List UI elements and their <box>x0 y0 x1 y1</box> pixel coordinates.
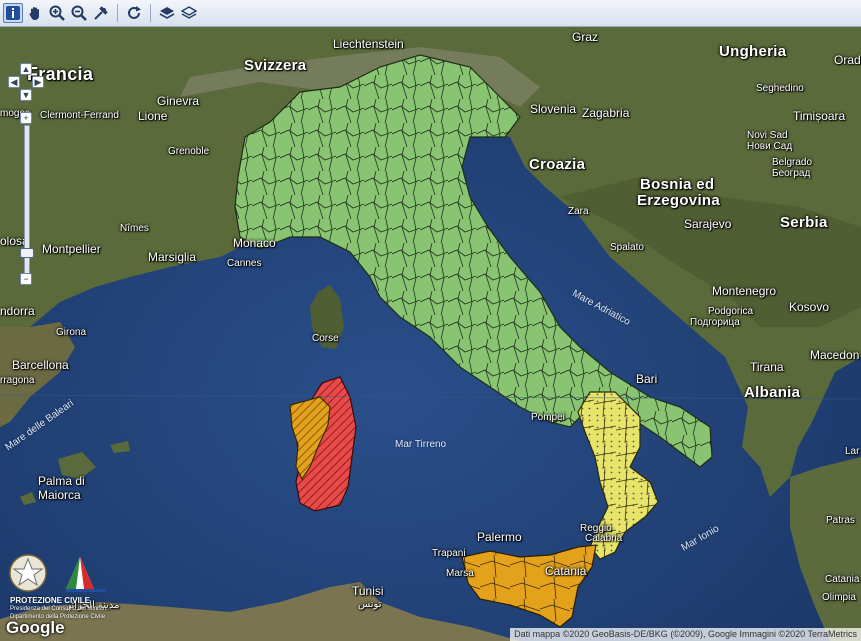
label-barcellona: Barcellona <box>12 358 69 372</box>
map-toolbar <box>0 0 861 27</box>
zoom-in-button[interactable] <box>47 3 67 23</box>
pan-up-button[interactable]: ▲ <box>20 63 32 75</box>
label-seghedino: Seghedino <box>756 83 804 94</box>
zoom-out-icon <box>71 5 87 21</box>
label-serbia: Serbia <box>780 214 828 231</box>
pan-left-button[interactable]: ◀ <box>8 76 20 88</box>
zoom-extent-button[interactable] <box>91 3 111 23</box>
label-ungheria: Ungheria <box>719 43 787 60</box>
label-olimpia: Olimpia <box>822 592 856 603</box>
label-montenegro: Montenegro <box>712 284 777 298</box>
label-tirana: Tirana <box>750 360 784 374</box>
toolbar-separator <box>150 4 151 22</box>
map-canvas <box>0 27 861 641</box>
label-croazia: Croazia <box>529 156 586 173</box>
label-bosnia-1: Bosnia ed <box>640 176 715 193</box>
label-trapani: Trapani <box>432 548 466 559</box>
zoom-control: ▲ ◀ ▶ ▼ + − <box>8 63 44 288</box>
toolbar-separator <box>117 4 118 22</box>
label-ginevra: Ginevra <box>157 94 200 108</box>
label-spalato: Spalato <box>610 242 644 253</box>
label-lione: Lione <box>138 109 168 123</box>
label-zara: Zara <box>568 206 589 217</box>
label-reggio-2: Calabria <box>585 533 623 544</box>
label-corse: Corse <box>312 333 339 344</box>
label-sarajevo: Sarajevo <box>684 217 732 231</box>
label-cannes: Cannes <box>227 258 262 269</box>
label-catania-gr: Catania <box>825 574 860 585</box>
zoom-in-slider-button[interactable]: + <box>20 112 32 124</box>
label-palma-2: Maiorca <box>38 488 81 502</box>
label-svizzera: Svizzera <box>244 57 307 74</box>
label-podgorica: Podgorica <box>708 306 754 317</box>
label-belgrado: Belgrado <box>772 157 813 168</box>
label-belgrado-cyr: Београд <box>772 168 811 179</box>
info-tool-button[interactable] <box>3 3 23 23</box>
label-kosovo: Kosovo <box>789 300 830 314</box>
label-graz: Graz <box>572 30 599 44</box>
label-larissa: Lar <box>845 446 860 457</box>
label-bari: Bari <box>636 372 658 386</box>
label-pompei: Pompei <box>531 412 565 423</box>
label-liechtenstein: Liechtenstein <box>333 37 404 51</box>
label-clermont: Clermont-Ferrand <box>40 110 119 121</box>
label-timisoara: Timișoara <box>793 109 846 123</box>
label-zagabria: Zagabria <box>582 106 630 120</box>
label-albania: Albania <box>744 384 801 401</box>
zoom-extent-icon <box>94 6 108 20</box>
map-viewport[interactable]: Liechtenstein Graz Ungheria Orade Svizze… <box>0 27 861 641</box>
label-marsiglia: Marsiglia <box>148 250 197 264</box>
label-grenoble: Grenoble <box>168 146 210 157</box>
label-novisad: Novi Sad <box>747 130 788 141</box>
label-marsala: Marsa <box>446 568 474 579</box>
pan-hand-icon <box>29 7 39 20</box>
pan-down-button[interactable]: ▼ <box>20 89 32 101</box>
refresh-button[interactable] <box>124 3 144 23</box>
label-palermo: Palermo <box>477 530 522 544</box>
info-icon <box>6 6 20 20</box>
label-patras: Patras <box>826 515 855 526</box>
logo-title: PROTEZIONE CIVILE <box>10 596 91 605</box>
layers-button[interactable] <box>157 3 177 23</box>
label-girona: Girona <box>56 327 87 338</box>
label-tunisi: Tunisi <box>352 584 384 598</box>
zoom-in-icon <box>49 5 65 21</box>
layers-outline-icon <box>181 6 197 19</box>
refresh-icon <box>128 6 141 19</box>
label-catania: Catania <box>545 564 587 578</box>
label-palma-1: Palma di <box>38 474 85 488</box>
label-monaco: Monaco <box>233 236 276 250</box>
label-nimes: Nîmes <box>120 223 149 234</box>
zoom-out-button[interactable] <box>69 3 89 23</box>
label-tunisi-ar: تونس <box>358 599 382 610</box>
label-bosnia-2: Erzegovina <box>637 192 721 209</box>
label-slovenia: Slovenia <box>530 102 577 116</box>
label-macedonia: Macedon <box>810 348 860 362</box>
label-montpellier: Montpellier <box>42 242 101 256</box>
label-mar-tirreno: Mar Tirreno <box>395 439 447 450</box>
zoom-slider-thumb[interactable] <box>20 248 34 258</box>
zoom-out-slider-button[interactable]: − <box>20 273 32 285</box>
map-attribution: Dati mappa ©2020 GeoBasis-DE/BKG (©2009)… <box>510 628 861 641</box>
logo-line-1: Presidenza del Consiglio dei Ministri <box>10 606 107 612</box>
layers-outline-button[interactable] <box>179 3 199 23</box>
label-tarragona: rragona <box>0 375 35 386</box>
layers-icon <box>159 7 175 19</box>
label-novisad-cyr: Нови Сад <box>747 141 793 152</box>
label-oradea: Orade <box>834 53 861 67</box>
label-andorra: ndorra <box>0 304 35 318</box>
label-podgorica-cyr: Подгорица <box>690 317 740 328</box>
pan-right-button[interactable]: ▶ <box>32 76 44 88</box>
google-logo: Google <box>6 618 65 637</box>
pan-tool-button[interactable] <box>25 3 45 23</box>
